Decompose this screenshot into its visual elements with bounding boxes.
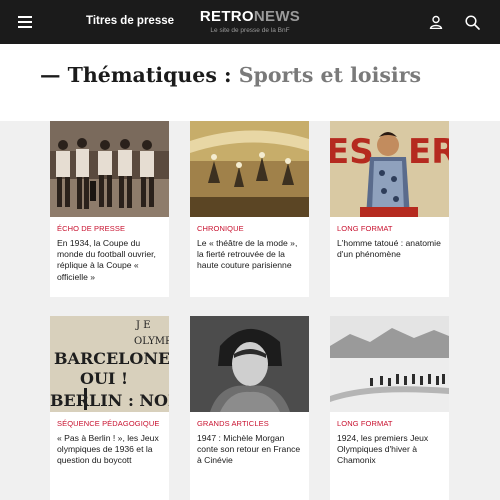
article-title[interactable]: L'homme tatoué : anatomie d'un phénomène	[337, 238, 442, 260]
article-card[interactable]: Écho de presse En 1934, la Coupe du mond…	[50, 121, 169, 297]
svg-text:BERLIN : NON: BERLIN : NON	[50, 391, 169, 410]
article-card[interactable]: Grands articles 1947 : Michèle Morgan co…	[190, 316, 309, 500]
article-card[interactable]: ES ERG Long format L'homme tatoué : anat…	[330, 121, 449, 297]
article-title[interactable]: En 1934, la Coupe du monde du football o…	[57, 238, 162, 283]
svg-text:ERG: ERG	[408, 132, 449, 172]
page-title-theme: Sports et loisirs	[238, 63, 422, 87]
article-thumbnail-barcelone-berlin-poster[interactable]: J E OLYMP BARCELONE OUI ! BERLIN : NON	[50, 316, 169, 412]
svg-text:OUI !: OUI !	[80, 369, 128, 388]
article-card[interactable]: Chronique Le « théâtre de la mode », la …	[190, 121, 309, 297]
user-icon[interactable]	[429, 15, 443, 29]
article-category: Écho de presse	[57, 224, 126, 233]
article-title[interactable]: 1924, les premiers Jeux Olympiques d'hiv…	[337, 433, 442, 467]
page-title-prefix: — Thématiques :	[40, 63, 239, 87]
nav-link-titres-de-presse[interactable]: Titres de presse	[86, 15, 174, 27]
article-category: Grands articles	[197, 419, 269, 428]
article-category: Séquence pédagogique	[57, 419, 160, 428]
article-category: Chronique	[197, 224, 244, 233]
article-card[interactable]: Long format 1924, les premiers Jeux Olym…	[330, 316, 449, 500]
page-title: — Thématiques : Sports et loisirs	[40, 63, 421, 87]
article-thumbnail-football-players[interactable]	[50, 121, 169, 217]
article-thumbnail-tattooed-man-poster[interactable]: ES ERG	[330, 121, 449, 217]
article-title[interactable]: « Pas à Berlin ! », les Jeux olympiques …	[57, 433, 162, 467]
article-title[interactable]: 1947 : Michèle Morgan conte son retour e…	[197, 433, 302, 467]
site-logo[interactable]: RETRONEWS Le site de presse de la BnF	[195, 8, 305, 35]
article-card[interactable]: J E OLYMP BARCELONE OUI ! BERLIN : NON S…	[50, 316, 169, 500]
logo-news-text: NEWS	[253, 8, 301, 25]
menu-icon[interactable]	[18, 16, 32, 28]
article-category: Long format	[337, 224, 393, 233]
article-category: Long format	[337, 419, 393, 428]
search-icon[interactable]	[465, 15, 480, 30]
article-thumbnail-chamonix-winter-games[interactable]	[330, 316, 449, 412]
article-title[interactable]: Le « théâtre de la mode », la fierté ret…	[197, 238, 302, 272]
svg-text:BARCELONE: BARCELONE	[54, 349, 169, 368]
article-thumbnail-fashion-theatre[interactable]	[190, 121, 309, 217]
svg-text:OLYMP: OLYMP	[134, 336, 169, 347]
logo-tagline: Le site de presse de la BnF	[210, 27, 290, 34]
top-navbar: Titres de presse RETRONEWS Le site de pr…	[0, 0, 500, 44]
logo-retro-text: RETRO	[199, 8, 254, 25]
svg-text:ES: ES	[330, 132, 374, 172]
article-thumbnail-michele-morgan-portrait[interactable]	[190, 316, 309, 412]
svg-text:J E: J E	[135, 320, 151, 331]
